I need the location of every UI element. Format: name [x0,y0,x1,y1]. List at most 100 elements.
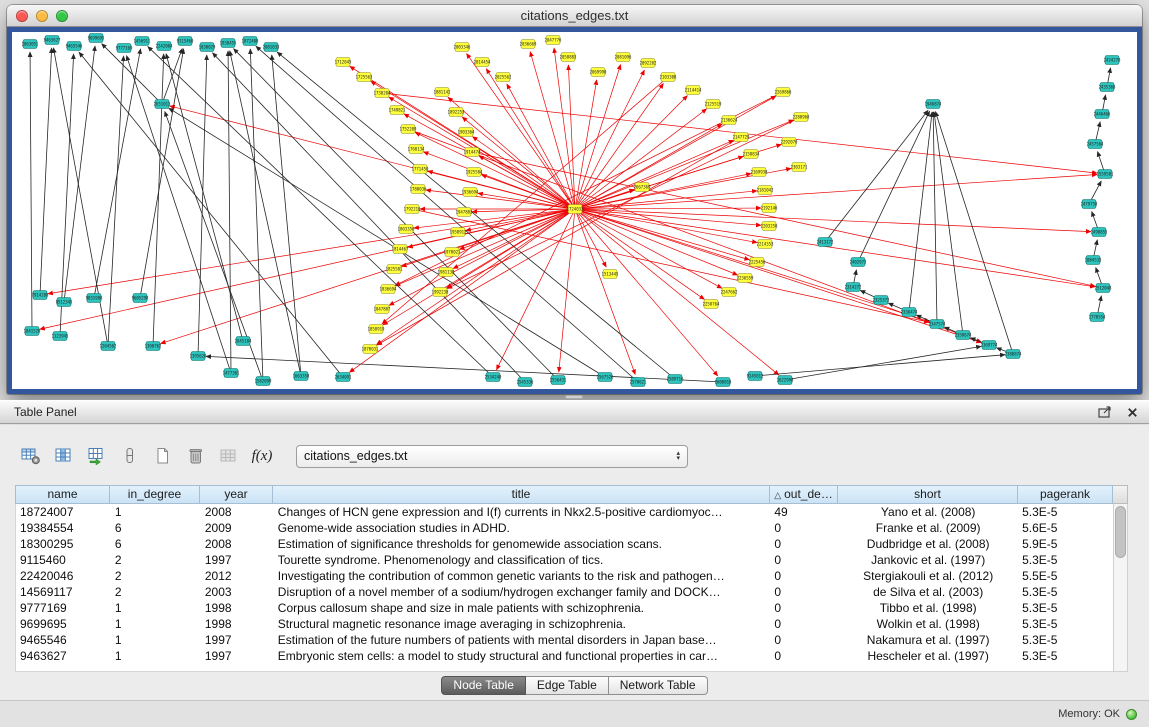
graph-node[interactable]: 9777169 [116,44,133,53]
graph-node[interactable]: 2303171 [791,163,808,172]
graph-node[interactable]: 2380874 [1005,350,1022,359]
graph-node[interactable]: 1870031 [362,345,379,354]
graph-node[interactable]: 2147729 [733,133,750,142]
network-canvas[interactable]: 2063051 9463627 9465546 9699695 977716914569… [12,32,1137,389]
graph-node[interactable]: 2589716 [667,375,684,384]
graph-node[interactable]: 1936694 [462,188,479,197]
network-table-selector[interactable]: citations_edges.txt ▴ ▾ [296,445,688,468]
table-row[interactable]: 946554611997Estimation of the future num… [16,632,1113,648]
new-table-icon[interactable] [150,443,176,469]
graph-node[interactable]: 2446466 [1094,110,1111,119]
tab-edge-table[interactable]: Edge Table [526,676,609,695]
column-header-year[interactable]: year [200,485,273,504]
graph-node[interactable]: 2369774 [981,341,998,350]
graph-node[interactable]: 1771450 [412,165,429,174]
graph-node[interactable]: 2125519 [705,100,722,109]
float-panel-icon[interactable] [1095,403,1115,421]
graph-node[interactable]: 2622998 [777,376,794,385]
column-header-name[interactable]: name [15,485,110,504]
import-table-icon[interactable] [84,443,110,469]
graph-node[interactable]: 1770554 [1089,313,1106,322]
column-header-in-degree[interactable]: in_degree [110,485,200,504]
table-row[interactable]: 911546021997Tourette syndrome. Phenomeno… [16,552,1113,568]
table-row[interactable]: 1938455462009Genome-wide association stu… [16,520,1113,536]
select-columns-icon[interactable] [51,443,77,469]
merge-table-icon[interactable] [216,443,242,469]
graph-node[interactable]: 1582099 [255,377,272,386]
graph-node[interactable]: 2081096 [615,53,632,62]
graph-node[interactable]: 2314272 [845,283,862,292]
graph-node[interactable]: 2545336 [517,378,534,387]
graph-node[interactable]: 1300762 [145,342,162,351]
close-panel-icon[interactable] [1122,403,1142,421]
graph-node[interactable]: 2003346 [454,43,471,52]
graph-node[interactable]: 2402073 [850,258,867,267]
graph-node[interactable]: 2242004 [156,42,173,51]
graph-node[interactable]: 1792210 [404,205,421,214]
graph-node[interactable]: 2069990 [590,68,607,77]
graph-node[interactable]: 2435368 [1099,83,1116,92]
column-header-title[interactable]: title [273,485,770,504]
graph-node[interactable]: 2645184 [235,337,252,346]
graph-node[interactable]: 8512345 [56,298,73,307]
graph-node[interactable]: 2203250 [761,222,778,231]
graph-node[interactable]: 1780036 [410,185,427,194]
graph-node[interactable]: 2651013 [154,100,171,109]
graph-node[interactable]: 2413172 [817,238,834,247]
graph-node[interactable]: 1847807 [374,305,391,314]
graph-node[interactable]: 2158834 [743,150,760,159]
graph-node[interactable]: 1204562 [100,342,117,351]
graph-node[interactable]: 2269866 [775,88,792,97]
graph-node[interactable]: 1712045 [335,58,352,67]
graph-node[interactable]: 9031988 [86,294,103,303]
graph-node[interactable]: 7914208 [32,291,49,300]
graph-node[interactable]: 2025562 [495,73,512,82]
graph-node[interactable]: 1925584 [466,168,483,177]
table-row[interactable]: 1456911722003Disruption of a novel membe… [16,584,1113,600]
graph-node[interactable]: 2136624 [721,116,738,125]
graph-node[interactable]: 1738204 [374,89,391,98]
close-window-button[interactable] [16,10,28,22]
table-row[interactable]: 2242004622012Investigating the contribut… [16,568,1113,584]
graph-node[interactable]: 2036669 [520,40,537,49]
graph-node[interactable]: 9245012 [747,372,764,381]
graph-node[interactable]: 2058883 [560,53,577,62]
graph-node[interactable]: 1513445 [602,270,619,279]
graph-node[interactable]: 2063051 [22,40,39,49]
graph-node[interactable]: 2114414 [685,86,702,95]
graph-node[interactable]: 2280968 [793,113,810,122]
graph-node[interactable]: 1836694 [380,285,397,294]
graph-node[interactable]: 9699695 [88,34,105,43]
graph-node[interactable]: 2181042 [757,186,774,195]
graph-node[interactable]: 2169938 [751,168,768,177]
graph-node[interactable]: 1084533 [1085,256,1102,265]
minimize-window-button[interactable] [36,10,48,22]
graph-node[interactable]: 1938455 [220,39,237,48]
graph-node[interactable]: 2292070 [781,138,798,147]
graph-node[interactable]: 9463627 [44,36,61,45]
graph-node[interactable]: 1947803 [456,208,473,217]
graph-node[interactable]: 1858919 [368,325,385,334]
scrollbar-thumb[interactable] [1115,506,1126,558]
graph-node[interactable]: 1892253 [448,108,465,117]
graph-node[interactable]: 2556431 [550,376,567,385]
table-settings-icon[interactable] [18,443,44,469]
graph-node[interactable]: 2490855 [1091,228,1108,237]
graph-node[interactable]: 9605298 [132,294,149,303]
table-scrollbar[interactable] [1113,504,1128,672]
function-builder-icon[interactable]: f(x) [249,443,275,469]
graph-node[interactable]: 2667369 [634,183,651,192]
graph-node[interactable]: 2047776 [545,36,562,45]
graph-node[interactable]: 1881142 [434,88,451,97]
graph-node[interactable]: 2103308 [660,73,677,82]
graph-node[interactable]: 1970021 [444,248,461,257]
graph-node[interactable]: 1946874 [925,100,942,109]
window-titlebar[interactable]: citations_edges.txt [7,5,1142,27]
graph-node[interactable]: 1825581 [386,265,403,274]
tab-network-table[interactable]: Network Table [609,676,708,695]
table-row[interactable]: 1872400712008Changes of HCN gene express… [16,504,1113,520]
table-mode-icon[interactable] [117,443,143,469]
graph-node[interactable]: 9465546 [66,42,83,51]
graph-node[interactable]: 1456911 [134,37,151,46]
graph-node[interactable]: 1395620 [190,352,207,361]
